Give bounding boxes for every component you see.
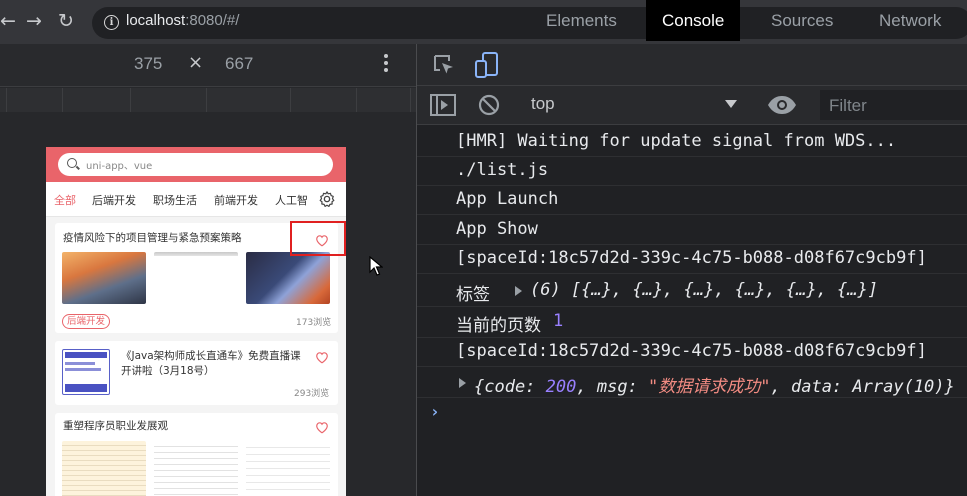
clear-console-icon[interactable] <box>478 94 500 116</box>
device-height[interactable]: 667 <box>225 54 253 74</box>
tab-sources[interactable]: Sources <box>771 0 833 41</box>
mobile-preview: uni-app、vue 全部 后端开发 职场生活 前端开发 人工智 疫情风险下的… <box>46 147 346 496</box>
search-input[interactable]: uni-app、vue <box>58 153 333 176</box>
log-separator <box>417 337 967 338</box>
tab-career[interactable]: 职场生活 <box>153 192 197 208</box>
eye-icon[interactable] <box>767 95 797 115</box>
view-count: 293浏览 <box>294 389 330 399</box>
site-info-icon[interactable]: i <box>104 15 119 30</box>
device-width[interactable]: 375 <box>134 54 162 74</box>
log-separator <box>417 244 967 245</box>
tab-backend[interactable]: 后端开发 <box>92 192 136 208</box>
tab-frontend[interactable]: 前端开发 <box>214 192 258 208</box>
gear-icon[interactable] <box>318 190 336 208</box>
log-separator <box>417 214 967 215</box>
log-separator <box>417 366 967 367</box>
log-line-label: 当前的页数 <box>456 316 541 336</box>
filter-input[interactable]: Filter <box>820 90 967 120</box>
category-tabs: 全部 后端开发 职场生活 前端开发 人工智 <box>46 182 346 217</box>
chevron-down-icon[interactable] <box>725 100 737 108</box>
log-line: ./list.js <box>456 160 549 180</box>
tab-console[interactable]: Console <box>646 0 741 41</box>
log-line: [spaceId:18c57d2d-339c-4c75-b088-d08f67c… <box>456 248 927 268</box>
article-thumbnail <box>62 349 110 395</box>
article-title: 《Java架构师成长直通车》免费直播课开讲啦（3月18号） <box>121 350 301 377</box>
reload-icon[interactable]: ↻ <box>58 9 74 33</box>
search-icon <box>67 158 77 168</box>
app-header: uni-app、vue <box>46 147 346 182</box>
console-prompt-icon[interactable]: › <box>430 402 440 421</box>
tab-ai[interactable]: 人工智 <box>275 192 313 208</box>
url-text[interactable]: localhost:8080/#/ <box>126 12 239 29</box>
sidebar-toggle-icon[interactable] <box>430 94 456 116</box>
tab-all[interactable]: 全部 <box>54 192 76 208</box>
article-title: 疫情风险下的项目管理与紧急预案策略 <box>63 232 242 244</box>
heart-icon[interactable] <box>315 351 329 364</box>
article-thumbnail <box>246 252 330 304</box>
media-query-ruler <box>0 88 416 112</box>
log-separator <box>417 273 967 274</box>
log-line: [HMR] Waiting for update signal from WDS… <box>456 131 897 151</box>
device-toggle-icon[interactable] <box>474 51 500 79</box>
inspect-element-icon[interactable] <box>432 53 456 77</box>
device-toolbar <box>0 44 416 87</box>
expand-triangle-icon[interactable] <box>515 286 522 296</box>
forward-icon[interactable]: → <box>26 9 42 33</box>
category-badge: 后端开发 <box>62 314 111 329</box>
article-thumbnail <box>246 441 330 496</box>
article-thumbnail <box>154 441 238 496</box>
article-card[interactable]: 重塑程序员职业发展观 <box>55 413 338 496</box>
log-separator <box>417 156 967 157</box>
back-icon[interactable]: ← <box>0 9 16 33</box>
more-options-icon[interactable] <box>382 54 390 75</box>
tab-network[interactable]: Network <box>879 0 941 41</box>
article-thumbnail <box>62 441 146 496</box>
highlight-box <box>290 221 346 256</box>
article-title: 重塑程序员职业发展观 <box>63 420 168 432</box>
article-thumbnail <box>62 252 146 304</box>
view-count: 173浏览 <box>296 318 332 328</box>
dimension-separator: × <box>188 52 204 73</box>
log-number-value: 1 <box>553 311 564 331</box>
log-line: App Show <box>456 219 538 239</box>
log-array-value[interactable]: (6) [{…}, {…}, {…}, {…}, {…}, {…}] <box>530 280 878 300</box>
log-separator <box>417 397 967 398</box>
mouse-cursor-icon <box>369 256 383 276</box>
tab-elements[interactable]: Elements <box>546 0 617 41</box>
expand-triangle-icon[interactable] <box>459 378 466 388</box>
log-line: App Launch <box>456 189 559 209</box>
heart-icon[interactable] <box>315 421 329 434</box>
search-placeholder: uni-app、vue <box>86 161 153 172</box>
filter-placeholder: Filter <box>829 96 867 115</box>
log-separator <box>417 306 967 307</box>
log-separator <box>417 185 967 186</box>
context-selector[interactable]: top <box>531 94 555 114</box>
article-card[interactable]: 《Java架构师成长直通车》免费直播课开讲啦（3月18号） 293浏览 <box>55 341 338 405</box>
article-thumbnail <box>154 252 238 304</box>
log-line-label: 标签 <box>456 285 490 305</box>
log-line: [spaceId:18c57d2d-339c-4c75-b088-d08f67c… <box>456 341 927 361</box>
log-object-value[interactable]: {code: 200, msg: "数据请求成功", data: Array(1… <box>474 372 955 397</box>
